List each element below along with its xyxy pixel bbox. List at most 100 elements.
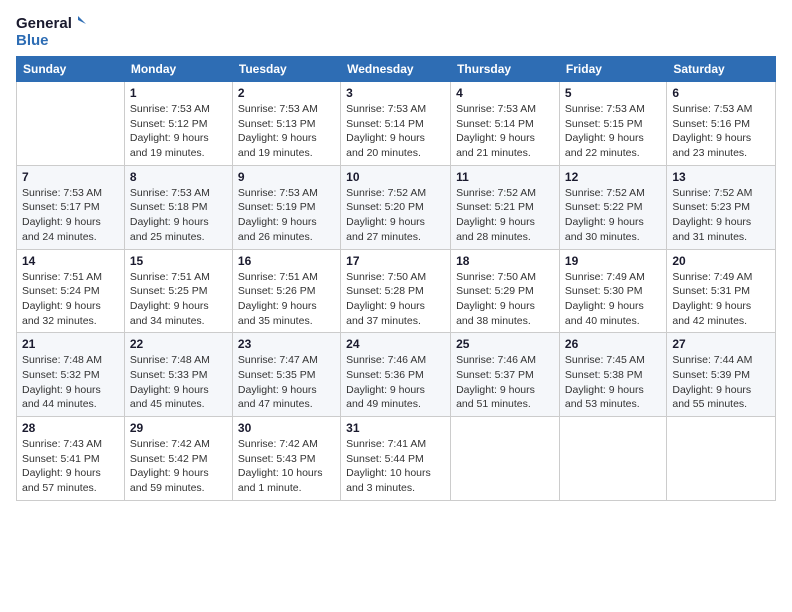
day-info: Sunrise: 7:42 AMSunset: 5:43 PMDaylight:… — [238, 437, 335, 496]
cell-1-3: 10 Sunrise: 7:52 AMSunset: 5:20 PMDayligh… — [341, 165, 451, 249]
day-info: Sunrise: 7:53 AMSunset: 5:14 PMDaylight:… — [456, 102, 554, 161]
day-number: 1 — [130, 86, 227, 100]
cell-1-0: 7 Sunrise: 7:53 AMSunset: 5:17 PMDaylight… — [17, 165, 125, 249]
day-number: 29 — [130, 421, 227, 435]
week-row-3: 14 Sunrise: 7:51 AMSunset: 5:24 PMDayligh… — [17, 249, 776, 333]
cell-2-5: 19 Sunrise: 7:49 AMSunset: 5:30 PMDayligh… — [559, 249, 666, 333]
day-info: Sunrise: 7:41 AMSunset: 5:44 PMDaylight:… — [346, 437, 445, 496]
day-info: Sunrise: 7:50 AMSunset: 5:28 PMDaylight:… — [346, 270, 445, 329]
day-number: 19 — [565, 254, 661, 268]
day-info: Sunrise: 7:49 AMSunset: 5:31 PMDaylight:… — [672, 270, 770, 329]
cell-0-3: 3 Sunrise: 7:53 AMSunset: 5:14 PMDaylight… — [341, 82, 451, 166]
day-info: Sunrise: 7:52 AMSunset: 5:20 PMDaylight:… — [346, 186, 445, 245]
day-info: Sunrise: 7:51 AMSunset: 5:26 PMDaylight:… — [238, 270, 335, 329]
day-info: Sunrise: 7:42 AMSunset: 5:42 PMDaylight:… — [130, 437, 227, 496]
cell-1-1: 8 Sunrise: 7:53 AMSunset: 5:18 PMDaylight… — [124, 165, 232, 249]
day-number: 13 — [672, 170, 770, 184]
header-friday: Friday — [559, 57, 666, 82]
cell-4-4 — [451, 417, 560, 501]
cell-0-6: 6 Sunrise: 7:53 AMSunset: 5:16 PMDaylight… — [667, 82, 776, 166]
day-number: 4 — [456, 86, 554, 100]
cell-4-1: 29 Sunrise: 7:42 AMSunset: 5:42 PMDayligh… — [124, 417, 232, 501]
day-number: 9 — [238, 170, 335, 184]
day-info: Sunrise: 7:53 AMSunset: 5:16 PMDaylight:… — [672, 102, 770, 161]
cell-2-0: 14 Sunrise: 7:51 AMSunset: 5:24 PMDayligh… — [17, 249, 125, 333]
day-number: 30 — [238, 421, 335, 435]
cell-4-6 — [667, 417, 776, 501]
day-number: 22 — [130, 337, 227, 351]
day-info: Sunrise: 7:53 AMSunset: 5:17 PMDaylight:… — [22, 186, 119, 245]
day-info: Sunrise: 7:44 AMSunset: 5:39 PMDaylight:… — [672, 353, 770, 412]
day-info: Sunrise: 7:51 AMSunset: 5:25 PMDaylight:… — [130, 270, 227, 329]
day-number: 16 — [238, 254, 335, 268]
cell-3-3: 24 Sunrise: 7:46 AMSunset: 5:36 PMDayligh… — [341, 333, 451, 417]
day-number: 28 — [22, 421, 119, 435]
cell-0-4: 4 Sunrise: 7:53 AMSunset: 5:14 PMDaylight… — [451, 82, 560, 166]
day-number: 27 — [672, 337, 770, 351]
week-row-5: 28 Sunrise: 7:43 AMSunset: 5:41 PMDayligh… — [17, 417, 776, 501]
cell-4-0: 28 Sunrise: 7:43 AMSunset: 5:41 PMDayligh… — [17, 417, 125, 501]
day-info: Sunrise: 7:52 AMSunset: 5:23 PMDaylight:… — [672, 186, 770, 245]
day-info: Sunrise: 7:45 AMSunset: 5:38 PMDaylight:… — [565, 353, 661, 412]
day-info: Sunrise: 7:52 AMSunset: 5:22 PMDaylight:… — [565, 186, 661, 245]
cell-3-0: 21Sunrise: 7:48 AMSunset: 5:32 PMDayligh… — [17, 333, 125, 417]
day-info: Sunrise: 7:53 AMSunset: 5:15 PMDaylight:… — [565, 102, 661, 161]
week-row-1: 1 Sunrise: 7:53 AMSunset: 5:12 PMDaylight… — [17, 82, 776, 166]
svg-text:General: General — [16, 15, 72, 32]
day-number: 15 — [130, 254, 227, 268]
cell-3-1: 22Sunrise: 7:48 AMSunset: 5:33 PMDayligh… — [124, 333, 232, 417]
logo-svg: General Blue — [16, 10, 86, 50]
cell-1-4: 11 Sunrise: 7:52 AMSunset: 5:21 PMDayligh… — [451, 165, 560, 249]
cell-4-2: 30 Sunrise: 7:42 AMSunset: 5:43 PMDayligh… — [232, 417, 340, 501]
cell-3-6: 27 Sunrise: 7:44 AMSunset: 5:39 PMDayligh… — [667, 333, 776, 417]
day-number: 10 — [346, 170, 445, 184]
header-monday: Monday — [124, 57, 232, 82]
day-number: 8 — [130, 170, 227, 184]
logo: General Blue — [16, 10, 86, 50]
day-info: Sunrise: 7:51 AMSunset: 5:24 PMDaylight:… — [22, 270, 119, 329]
day-info: Sunrise: 7:46 AMSunset: 5:37 PMDaylight:… — [456, 353, 554, 412]
day-info: Sunrise: 7:53 AMSunset: 5:14 PMDaylight:… — [346, 102, 445, 161]
page: General Blue SundayMondayTuesdayWednesda… — [0, 0, 792, 612]
cell-2-4: 18Sunrise: 7:50 AMSunset: 5:29 PMDayligh… — [451, 249, 560, 333]
cell-2-3: 17 Sunrise: 7:50 AMSunset: 5:28 PMDayligh… — [341, 249, 451, 333]
day-number: 24 — [346, 337, 445, 351]
cell-1-6: 13 Sunrise: 7:52 AMSunset: 5:23 PMDayligh… — [667, 165, 776, 249]
day-number: 26 — [565, 337, 661, 351]
day-number: 23 — [238, 337, 335, 351]
day-number: 17 — [346, 254, 445, 268]
svg-text:Blue: Blue — [16, 32, 49, 49]
day-number: 2 — [238, 86, 335, 100]
header: General Blue — [16, 10, 776, 50]
day-info: Sunrise: 7:47 AMSunset: 5:35 PMDaylight:… — [238, 353, 335, 412]
day-info: Sunrise: 7:46 AMSunset: 5:36 PMDaylight:… — [346, 353, 445, 412]
day-info: Sunrise: 7:49 AMSunset: 5:30 PMDaylight:… — [565, 270, 661, 329]
cell-3-5: 26 Sunrise: 7:45 AMSunset: 5:38 PMDayligh… — [559, 333, 666, 417]
day-info: Sunrise: 7:48 AMSunset: 5:32 PMDaylight:… — [22, 353, 119, 412]
header-tuesday: Tuesday — [232, 57, 340, 82]
cell-3-2: 23 Sunrise: 7:47 AMSunset: 5:35 PMDayligh… — [232, 333, 340, 417]
day-info: Sunrise: 7:52 AMSunset: 5:21 PMDaylight:… — [456, 186, 554, 245]
day-number: 12 — [565, 170, 661, 184]
day-info: Sunrise: 7:50 AMSunset: 5:29 PMDaylight:… — [456, 270, 554, 329]
day-number: 31 — [346, 421, 445, 435]
cell-0-2: 2 Sunrise: 7:53 AMSunset: 5:13 PMDaylight… — [232, 82, 340, 166]
day-number: 5 — [565, 86, 661, 100]
calendar-header-row: SundayMondayTuesdayWednesdayThursdayFrid… — [17, 57, 776, 82]
day-info: Sunrise: 7:53 AMSunset: 5:13 PMDaylight:… — [238, 102, 335, 161]
day-info: Sunrise: 7:53 AMSunset: 5:18 PMDaylight:… — [130, 186, 227, 245]
day-number: 6 — [672, 86, 770, 100]
header-thursday: Thursday — [451, 57, 560, 82]
day-number: 7 — [22, 170, 119, 184]
day-info: Sunrise: 7:53 AMSunset: 5:12 PMDaylight:… — [130, 102, 227, 161]
day-number: 3 — [346, 86, 445, 100]
calendar-table: SundayMondayTuesdayWednesdayThursdayFrid… — [16, 56, 776, 501]
cell-2-1: 15 Sunrise: 7:51 AMSunset: 5:25 PMDayligh… — [124, 249, 232, 333]
day-number: 11 — [456, 170, 554, 184]
day-number: 14 — [22, 254, 119, 268]
cell-1-2: 9Sunrise: 7:53 AMSunset: 5:19 PMDaylight… — [232, 165, 340, 249]
cell-0-5: 5 Sunrise: 7:53 AMSunset: 5:15 PMDaylight… — [559, 82, 666, 166]
day-info: Sunrise: 7:43 AMSunset: 5:41 PMDaylight:… — [22, 437, 119, 496]
week-row-4: 21Sunrise: 7:48 AMSunset: 5:32 PMDayligh… — [17, 333, 776, 417]
cell-1-5: 12 Sunrise: 7:52 AMSunset: 5:22 PMDayligh… — [559, 165, 666, 249]
